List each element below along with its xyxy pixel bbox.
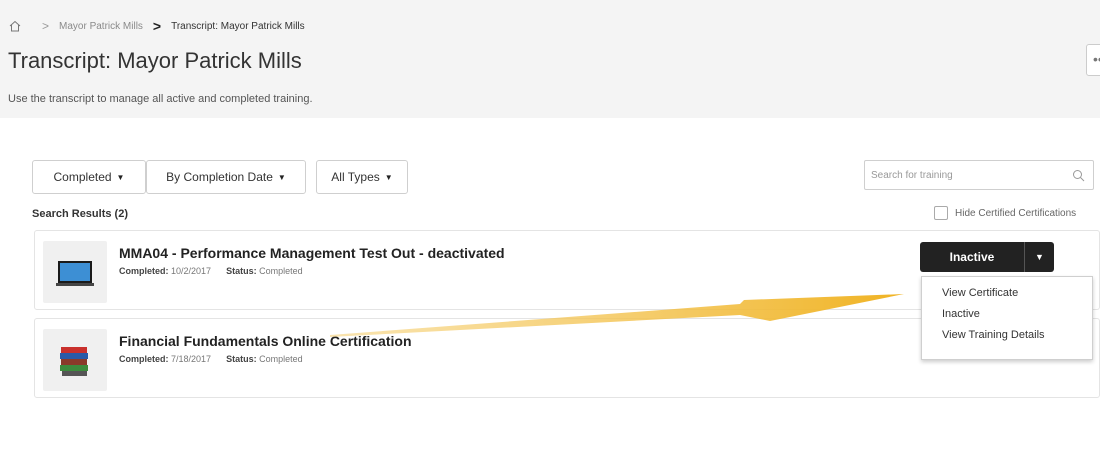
breadcrumb-link[interactable]: Mayor Patrick Mills [59,21,143,32]
completed-label: Completed: [119,354,169,364]
completed-date: 7/18/2017 [171,354,212,364]
books-icon [60,347,88,376]
sort-filter-dropdown[interactable]: By Completion Date ▼ [146,160,306,194]
hide-certified-checkbox[interactable] [934,206,948,220]
completed-label: Completed: [119,266,169,276]
status-filter-dropdown[interactable]: Completed ▼ [32,160,146,194]
transcript-content: Completed ▼ By Completion Date ▼ All Typ… [10,122,1100,472]
status-label: Status: [226,354,257,364]
page-header: > Mayor Patrick Mills > Transcript: Mayo… [0,0,1100,118]
training-meta: Completed: 10/2/2017 Status: Completed [119,266,303,276]
breadcrumb-separator-icon: > [42,19,50,33]
status-value: Completed [259,354,303,364]
training-meta: Completed: 7/18/2017 Status: Completed [119,354,303,364]
search-icon[interactable] [1072,169,1085,182]
search-input[interactable] [865,161,1065,189]
inactive-action-button[interactable]: Inactive ▼ [920,242,1054,272]
type-filter-label: All Types [331,170,380,184]
training-thumbnail [43,329,107,391]
breadcrumb: > Mayor Patrick Mills > Transcript: Mayo… [8,18,305,34]
completed-date: 10/2/2017 [171,266,212,276]
home-icon[interactable] [8,19,22,33]
hide-certified-label: Hide Certified Certifications [955,207,1077,219]
menu-item-view-training-details[interactable]: View Training Details [922,325,1092,346]
menu-item-view-certificate[interactable]: View Certificate [922,283,1092,304]
breadcrumb-current: Transcript: Mayor Patrick Mills [171,20,305,32]
caret-down-icon: ▼ [277,172,286,182]
status-label: Status: [226,266,257,276]
more-options-button[interactable]: •• [1086,44,1100,76]
status-filter-label: Completed [53,170,112,184]
training-title[interactable]: MMA04 - Performance Management Test Out … [119,245,505,261]
training-title[interactable]: Financial Fundamentals Online Certificat… [119,333,412,349]
inactive-action-label: Inactive [949,250,995,264]
sort-filter-label: By Completion Date [166,170,273,184]
type-filter-dropdown[interactable]: All Types ▼ [316,160,408,194]
search-box [864,160,1094,190]
hide-certified-toggle[interactable]: Hide Certified Certifications [934,206,1076,220]
caret-down-icon: ▼ [384,172,393,182]
training-thumbnail [43,241,107,303]
search-results-count: Search Results (2) [32,208,128,220]
page-description: Use the transcript to manage all active … [8,93,313,105]
menu-item-inactive[interactable]: Inactive [922,304,1092,325]
laptop-icon [56,261,94,286]
action-dropdown-menu: View Certificate Inactive View Training … [921,276,1093,360]
page-title: Transcript: Mayor Patrick Mills [8,48,302,73]
caret-down-icon: ▼ [116,172,125,182]
status-value: Completed [259,266,303,276]
caret-down-icon[interactable]: ▼ [1024,242,1054,272]
breadcrumb-separator-icon: > [152,18,162,34]
